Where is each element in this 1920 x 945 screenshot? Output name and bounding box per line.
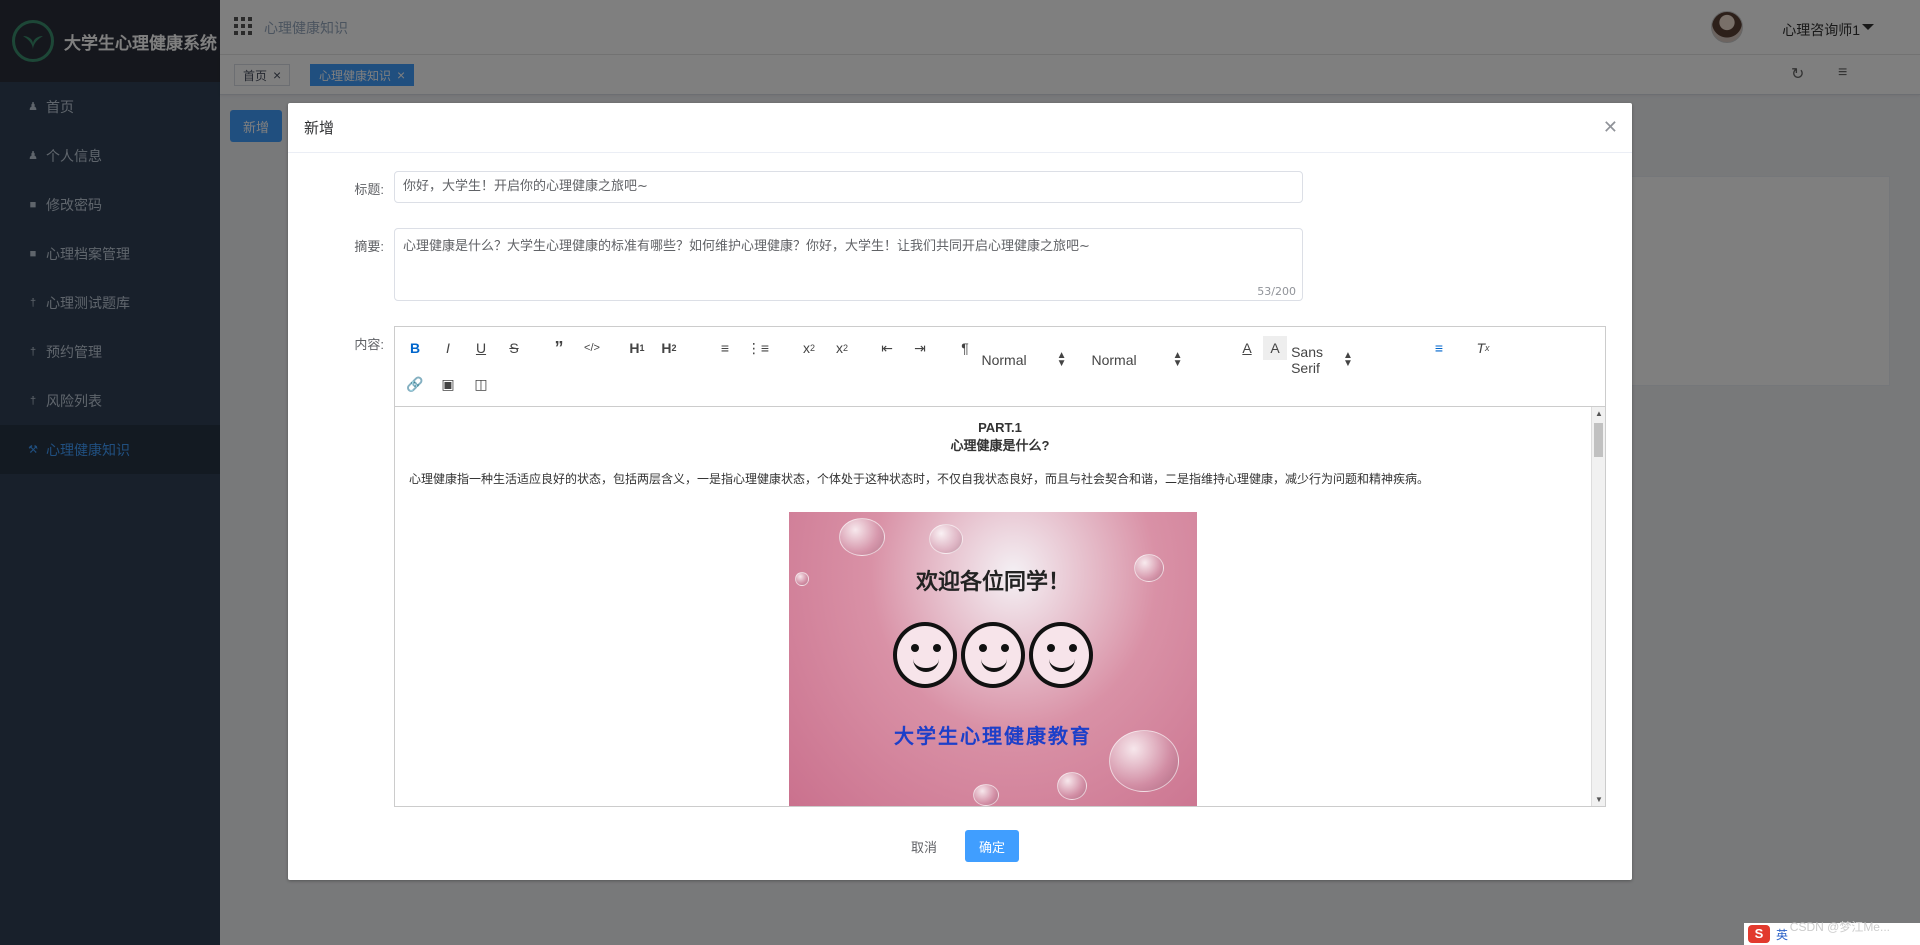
select-arrows-icon: ▲ ▼	[1056, 350, 1067, 369]
abstract-label: 摘要:	[354, 239, 384, 254]
rich-text-editor: B I U S ” </> H1 H2 ≡ ⋮≡ x2 x2 ⇤ ⇥ ¶ Nor…	[394, 326, 1606, 807]
watermark: CSDN @梦江Me...	[1789, 920, 1890, 934]
code-block-icon[interactable]: </>	[580, 336, 604, 360]
bold-icon[interactable]: B	[403, 336, 427, 360]
abstract-textarea[interactable]: 心理健康是什么？大学生心理健康的标准有哪些？如何维护心理健康？你好，大学生！让我…	[394, 228, 1303, 301]
video-icon[interactable]: ◫	[469, 372, 493, 396]
ime-mode[interactable]: 英	[1776, 926, 1788, 943]
welcome-image: 欢迎各位同学！ 大学生心理健康教育	[789, 512, 1197, 806]
cancel-button[interactable]: 取消	[900, 830, 947, 862]
size-select-value: Normal	[1091, 352, 1137, 368]
indent-icon[interactable]: ⇥	[908, 336, 932, 360]
confirm-button[interactable]: 确定	[965, 830, 1020, 862]
font-select-value: Sans Serif	[1291, 344, 1324, 376]
direction-icon[interactable]: ¶	[953, 336, 977, 360]
dialog-footer: 取消 确定	[288, 830, 1632, 862]
smiley-faces-icon	[893, 622, 1093, 692]
close-icon[interactable]: ✕	[1603, 117, 1618, 138]
add-dialog: 新增 ✕ 标题: 你好，大学生！开启你的心理健康之旅吧~ 摘要: 心理健康是什么…	[288, 103, 1632, 880]
clear-format-icon[interactable]: Tx	[1471, 336, 1495, 360]
content-heading: 心理健康是什么?	[950, 438, 1050, 453]
editor-scrollbar[interactable]: ▲ ▼	[1591, 407, 1605, 806]
blockquote-icon[interactable]: ”	[547, 336, 571, 360]
header-select-value: Normal	[981, 352, 1027, 368]
bullet-list-icon[interactable]: ⋮≡	[746, 336, 770, 360]
dialog-header: 新增	[288, 103, 1632, 153]
header-select[interactable]: Normal ▲ ▼	[981, 348, 1066, 372]
h1-icon[interactable]: H1	[625, 336, 649, 360]
abstract-text: 心理健康是什么？大学生心理健康的标准有哪些？如何维护心理健康？你好，大学生！让我…	[403, 239, 1090, 254]
sogou-icon: S	[1748, 925, 1770, 943]
link-icon[interactable]: 🔗	[403, 372, 427, 396]
char-count: 53/200	[1257, 285, 1296, 298]
italic-icon[interactable]: I	[436, 336, 460, 360]
select-arrows-icon: ▲ ▼	[1343, 350, 1353, 369]
outdent-icon[interactable]: ⇤	[875, 336, 899, 360]
font-select[interactable]: Sans Serif ▲ ▼	[1291, 344, 1353, 376]
ordered-list-icon[interactable]: ≡	[713, 336, 737, 360]
h2-icon[interactable]: H2	[657, 336, 681, 360]
scroll-up-icon[interactable]: ▲	[1595, 409, 1603, 418]
title-label: 标题:	[354, 182, 384, 197]
background-color-icon[interactable]: A	[1263, 336, 1287, 360]
subscript-icon[interactable]: x2	[797, 336, 821, 360]
scroll-down-icon[interactable]: ▼	[1595, 795, 1603, 804]
align-icon[interactable]: ≡	[1427, 336, 1451, 360]
title-input[interactable]: 你好，大学生！开启你的心理健康之旅吧~	[394, 171, 1303, 203]
image-text-education: 大学生心理健康教育	[894, 724, 1092, 748]
size-select[interactable]: Normal ▲ ▼	[1091, 348, 1182, 372]
content-paragraph: 心理健康指一种生活适应良好的状态，包括两层含义，一是指心理健康状态，个体处于这种…	[409, 472, 1430, 486]
content-label: 内容:	[354, 337, 384, 352]
image-text-welcome: 欢迎各位同学！	[915, 569, 1070, 595]
content-part: PART.1	[978, 420, 1022, 435]
editor-toolbar: B I U S ” </> H1 H2 ≡ ⋮≡ x2 x2 ⇤ ⇥ ¶ Nor…	[395, 327, 1605, 407]
superscript-icon[interactable]: x2	[830, 336, 854, 360]
image-icon[interactable]: ▣	[436, 372, 460, 396]
underline-icon[interactable]: U	[469, 336, 493, 360]
dialog-title: 新增	[304, 120, 335, 137]
select-arrows-icon: ▲ ▼	[1172, 350, 1183, 369]
strike-icon[interactable]: S	[502, 336, 526, 360]
scroll-thumb[interactable]	[1594, 423, 1603, 457]
font-color-icon[interactable]: A	[1235, 336, 1259, 360]
editor-content[interactable]: PART.1 心理健康是什么? 心理健康指一种生活适应良好的状态，包括两层含义，…	[395, 407, 1605, 806]
